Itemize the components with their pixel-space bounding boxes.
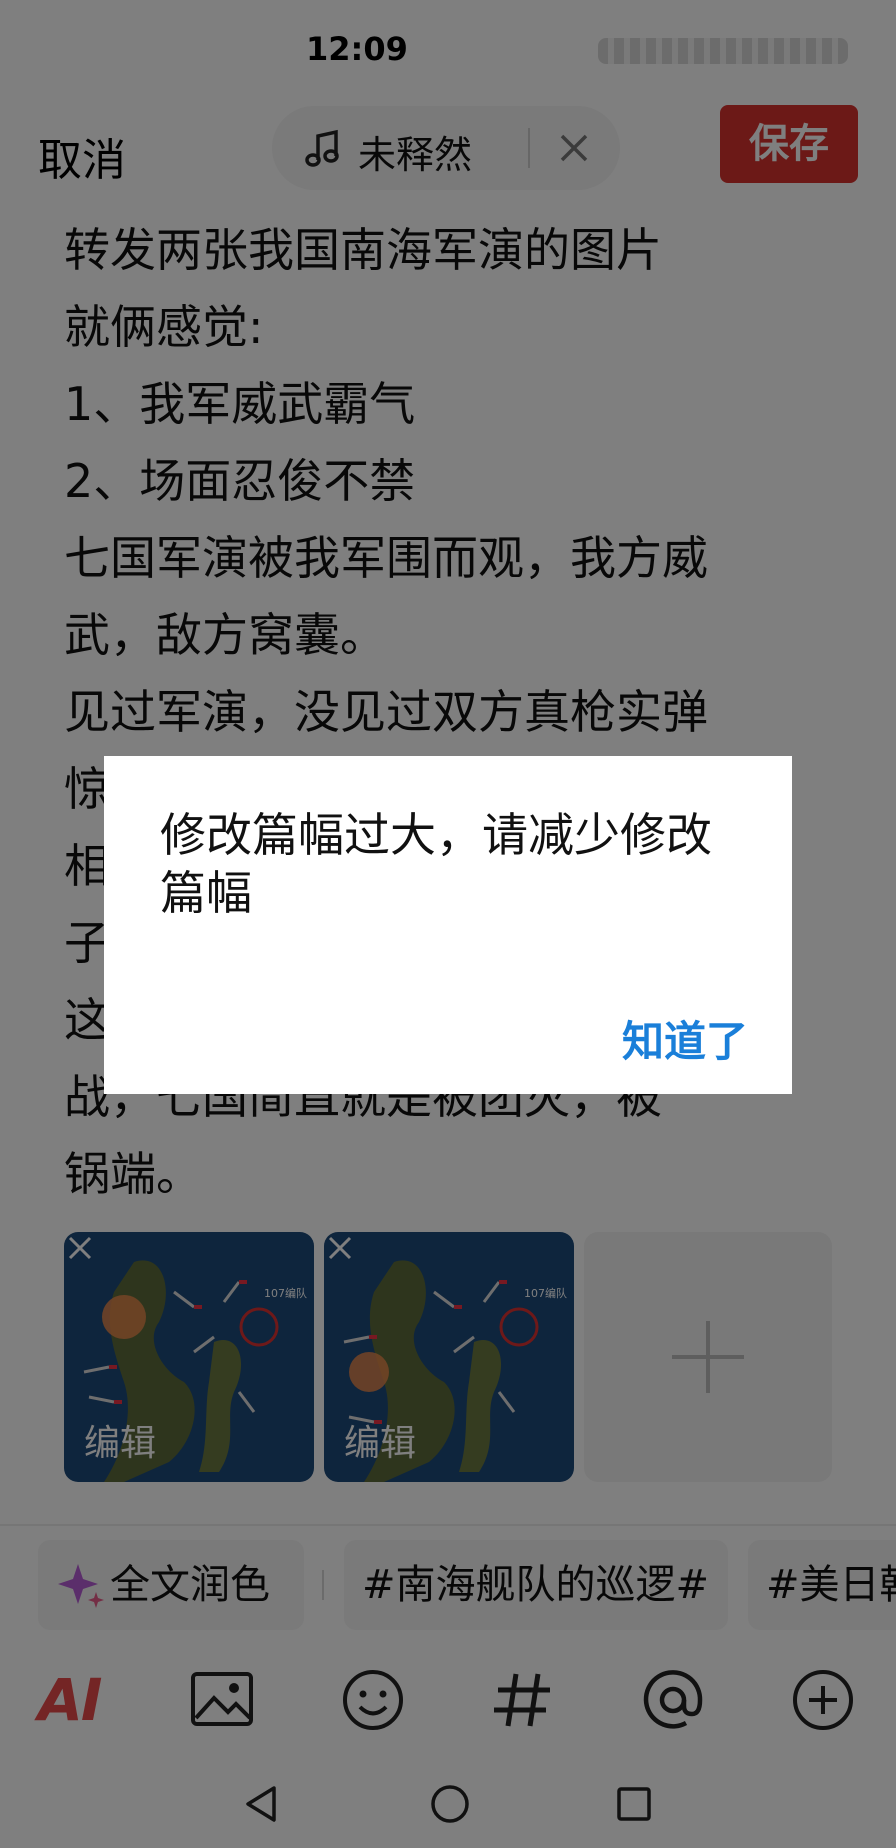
dialog-message: 修改篇幅过大，请减少修改篇幅 [160,808,712,920]
dialog-confirm-button[interactable]: 知道了 [622,1008,748,1069]
alert-dialog: 修改篇幅过大，请减少修改篇幅 知道了 [104,756,792,1094]
